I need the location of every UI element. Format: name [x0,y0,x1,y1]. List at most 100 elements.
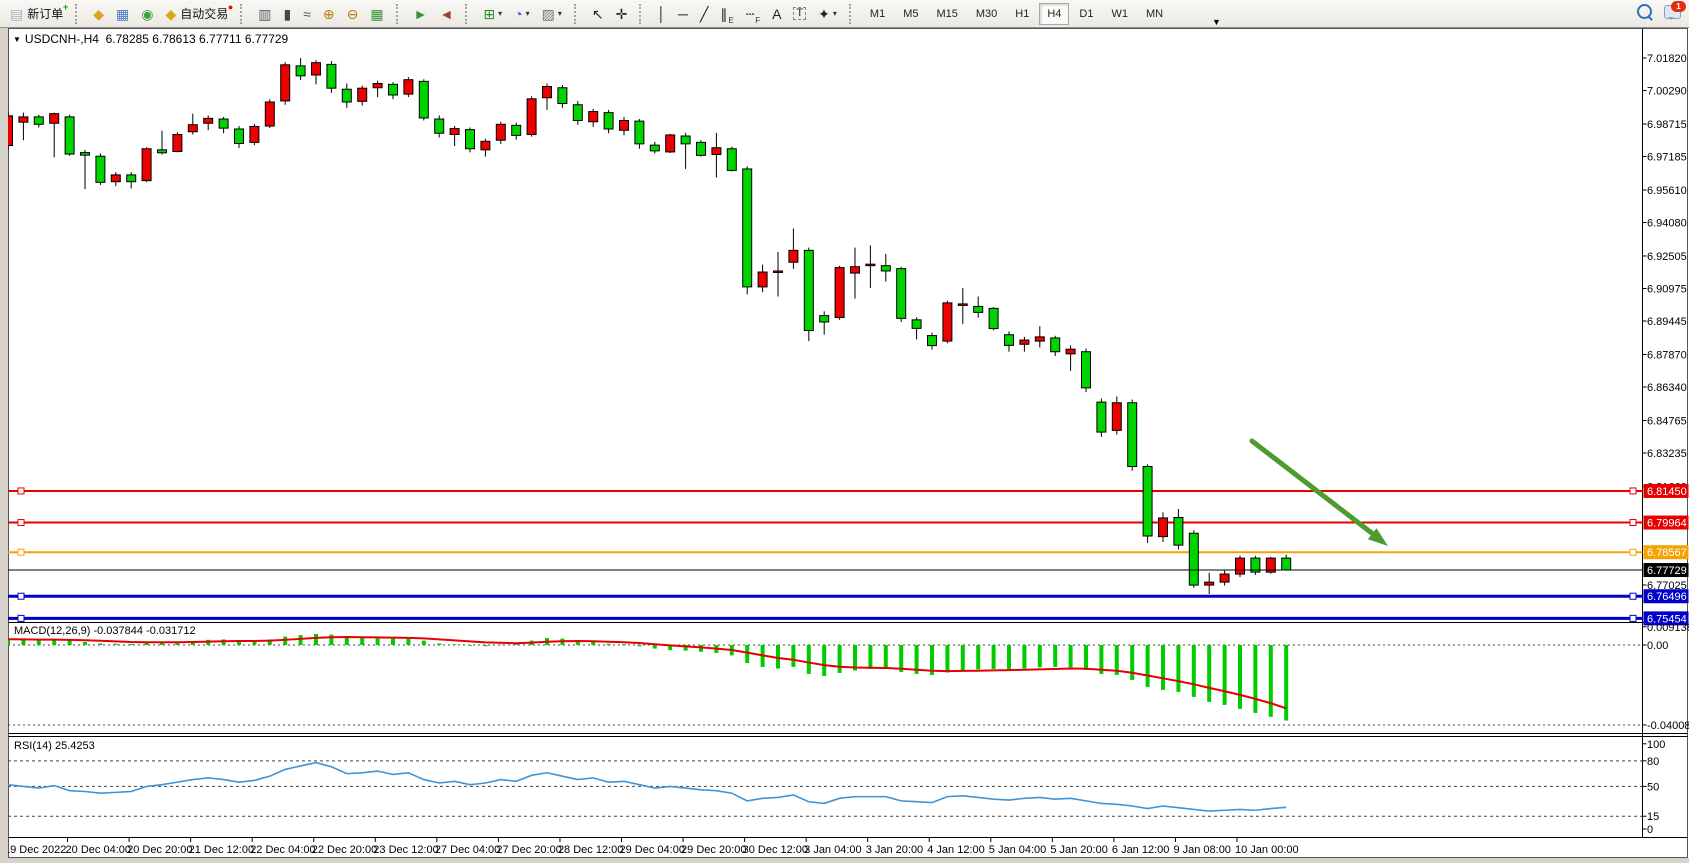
template-button[interactable]: ▨▾ [537,2,567,26]
candle [1189,533,1198,585]
zoom-out-button[interactable]: ⊖ [342,2,364,26]
macd-axis-label: 0.00 [1647,640,1668,652]
arrows-button[interactable]: ✦▾ [813,2,842,26]
fibonacci-icon: ┄ [746,7,754,21]
candle [1128,403,1137,467]
fibonacci-button[interactable]: ┄F [741,2,765,26]
time-label: 27 Dec 04:00 [435,844,500,856]
period-button[interactable]: ◔▾ [509,2,534,26]
bars-chart-icon: ▥ [258,7,271,21]
price-tick-label: 6.95610 [1647,185,1687,197]
new-order-icon: ▤ [10,7,23,21]
tile-windows-icon: ▦ [370,7,383,21]
price-tick-label: 6.97185 [1647,152,1687,164]
candle [789,250,798,262]
text-button[interactable]: A [767,2,786,26]
line-chart-icon: ≈ [303,7,311,21]
chart-menu-icon[interactable]: ▼ [13,35,21,44]
candle [928,336,937,346]
toolbar-overflow-icon[interactable]: ▼ [1212,17,1221,27]
time-label: 19 Dec 2022 [8,844,66,856]
cursor-button[interactable]: ↖ [587,2,609,26]
candle [265,102,274,126]
candle [1051,338,1060,352]
candle [342,89,351,102]
chevron-down-icon: ▾ [833,9,837,18]
data-window-icon: ▦ [116,7,129,21]
data-window-button[interactable]: ▦ [111,2,134,26]
timeframe-m30-button[interactable]: M30 [968,3,1005,25]
label-button[interactable]: T [788,2,811,26]
toolbar-separator [396,4,404,24]
vertical-line-button[interactable]: │ [652,2,671,26]
candle [1205,582,1214,585]
candlestick-chart-button[interactable]: ▮ [279,2,297,26]
timeframe-h4-button[interactable]: H4 [1039,3,1069,25]
market-watch-button[interactable]: ◆ [88,2,109,26]
vertical-line-icon: │ [657,7,666,21]
time-label: 29 Dec 04:00 [620,844,685,856]
chart-window[interactable]: ▼USDCNH-,H4 6.78285 6.78613 6.77711 6.77… [8,28,1689,858]
timeframe-m15-button[interactable]: M15 [928,3,965,25]
trendline-button[interactable]: ╱ [695,2,713,26]
chart-shift-button[interactable]: ◄ [434,2,458,26]
hline-handle[interactable] [18,615,24,621]
time-label: 20 Dec 04:00 [66,844,131,856]
equidistant-channel-button[interactable]: ∥E [715,2,738,26]
hline-handle[interactable] [18,593,24,599]
candle [697,142,706,155]
timeframe-w1-button[interactable]: W1 [1103,3,1136,25]
candle [327,64,336,88]
price-tick-label: 6.89445 [1647,316,1687,328]
hline-handle[interactable] [1630,593,1636,599]
candle [543,86,552,97]
hline-handle[interactable] [1630,549,1636,555]
candle [404,80,413,94]
price-tick-label: 7.00290 [1647,86,1687,98]
chart-canvas[interactable]: 7.018207.002906.987156.971856.956106.940… [8,28,1689,858]
candle [881,266,890,271]
candle [774,271,783,273]
hline-handle[interactable] [18,549,24,555]
tile-windows-button[interactable]: ▦ [365,2,388,26]
template-icon: ▨ [542,7,555,21]
time-label: 30 Dec 12:00 [743,844,808,856]
zoom-in-button[interactable]: ⊕ [318,2,340,26]
new-order-button[interactable]: ▤+新订单 [5,2,68,26]
timeframe-m1-button[interactable]: M1 [862,3,893,25]
arrows-icon: ✦ [818,7,830,21]
candle [296,66,305,76]
candle [8,116,13,146]
new-order-button-label: 新订单 [27,5,63,22]
autotrade-button[interactable]: ◆●自动交易 [160,2,233,26]
price-tick-label: 6.92505 [1647,251,1687,263]
hline-handle[interactable] [1630,615,1636,621]
price-tick-label: 6.86340 [1647,382,1687,394]
indicators-button[interactable]: ⊞▾ [478,2,507,26]
candle [1174,518,1183,546]
line-chart-button[interactable]: ≈ [298,2,316,26]
hline-handle[interactable] [18,488,24,494]
candle [974,306,983,312]
price-tick-label: 6.98715 [1647,119,1687,131]
timeframe-mn-button[interactable]: MN [1138,3,1171,25]
auto-scroll-button[interactable]: ► [409,2,433,26]
timeframe-d1-button[interactable]: D1 [1071,3,1101,25]
timeframe-h1-button[interactable]: H1 [1007,3,1037,25]
hline-handle[interactable] [18,520,24,526]
rsi-axis-label: 50 [1647,781,1659,793]
search-icon[interactable] [1637,4,1652,19]
candle [589,112,598,122]
autotrade-icon: ◆ [165,7,176,21]
chat-icon[interactable]: 1 [1664,5,1681,19]
candle [573,105,582,121]
time-label: 5 Jan 20:00 [1050,844,1108,856]
candle [1282,558,1291,570]
hline-handle[interactable] [1630,488,1636,494]
horizontal-line-button[interactable]: ─ [673,2,693,26]
navigator-button[interactable]: ◉ [136,2,158,26]
timeframe-m5-button[interactable]: M5 [895,3,926,25]
hline-handle[interactable] [1630,520,1636,526]
bars-chart-button[interactable]: ▥ [253,2,276,26]
crosshair-button[interactable]: ✛ [611,2,633,26]
